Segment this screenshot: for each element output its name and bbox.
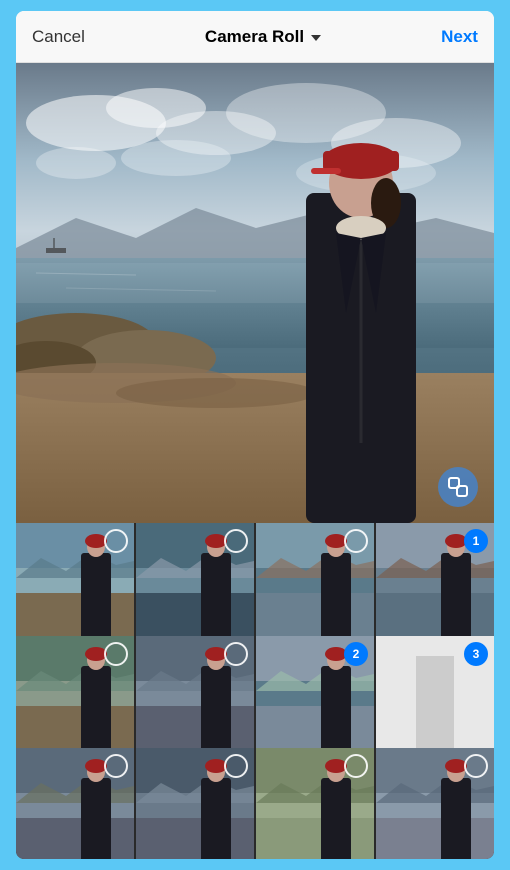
expand-icon <box>448 477 468 497</box>
selection-indicator <box>224 642 248 666</box>
selection-indicator: 3 <box>464 642 488 666</box>
next-button[interactable]: Next <box>441 27 478 47</box>
selection-indicator: 1 <box>464 529 488 553</box>
thumbnail-cell[interactable] <box>136 748 254 859</box>
selection-indicator <box>104 642 128 666</box>
thumbnail-cell[interactable] <box>16 748 134 859</box>
selection-indicator <box>224 529 248 553</box>
thumbnail-cell[interactable] <box>256 748 374 859</box>
header-title[interactable]: Camera Roll <box>205 27 321 47</box>
selection-indicator <box>344 529 368 553</box>
thumbnail-cell[interactable] <box>256 523 374 641</box>
thumbnail-cell[interactable]: 1 <box>376 523 494 641</box>
selection-indicator <box>104 529 128 553</box>
thumbnail-cell[interactable]: 2 <box>256 636 374 754</box>
header: Cancel Camera Roll Next <box>16 11 494 63</box>
preview-scene <box>16 63 494 523</box>
thumbnail-cell[interactable] <box>16 523 134 641</box>
scene-svg <box>16 63 494 523</box>
phone-container: Cancel Camera Roll Next <box>16 11 494 859</box>
thumbnail-cell[interactable] <box>16 636 134 754</box>
chevron-down-icon <box>311 35 321 41</box>
expand-button[interactable] <box>438 467 478 507</box>
selection-indicator: 2 <box>344 642 368 666</box>
thumbnail-cell[interactable] <box>136 523 254 641</box>
cancel-button[interactable]: Cancel <box>32 27 85 47</box>
thumbnail-cell[interactable]: 3 <box>376 636 494 754</box>
thumbnail-cell[interactable] <box>136 636 254 754</box>
camera-roll-label: Camera Roll <box>205 27 304 47</box>
thumbnail-cell[interactable] <box>376 748 494 859</box>
main-preview <box>16 63 494 523</box>
thumbnail-grid: 1 2 3 <box>16 523 494 859</box>
